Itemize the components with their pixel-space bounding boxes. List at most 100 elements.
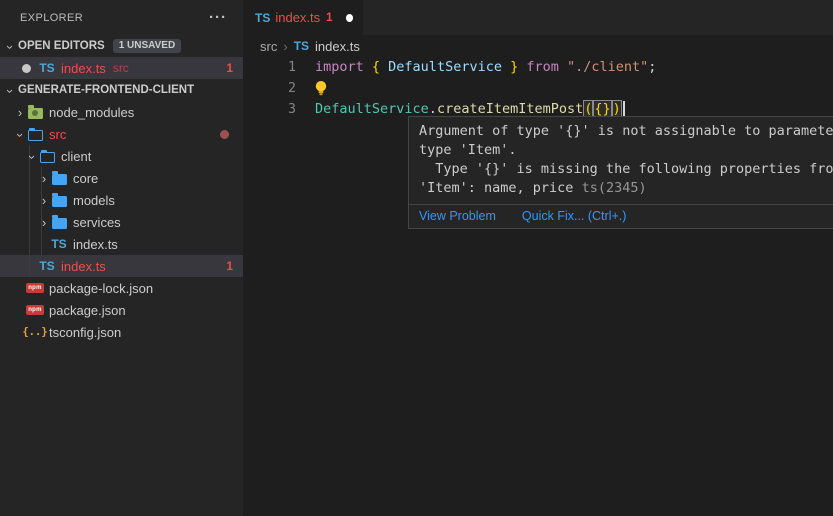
error-hover-tooltip: Argument of type '{}' is not assignable … bbox=[408, 116, 833, 229]
explorer-sidebar: EXPLORER ··· › OPEN EDITORS 1 UNSAVED TS… bbox=[0, 0, 243, 516]
tree-item-label: index.ts bbox=[61, 259, 106, 274]
tree-item-src[interactable]: › src bbox=[0, 123, 243, 145]
tab-index-ts[interactable]: TS index.ts 1 bbox=[243, 0, 363, 35]
line-number: 1 bbox=[243, 57, 296, 78]
tree-item-label: tsconfig.json bbox=[49, 325, 121, 340]
chevron-right-icon: › bbox=[38, 172, 50, 185]
typescript-file-icon: TS bbox=[38, 259, 56, 273]
open-editors-section-header[interactable]: › OPEN EDITORS 1 UNSAVED bbox=[0, 35, 243, 57]
tree-item-label: package.json bbox=[49, 303, 126, 318]
code-token: "./client" bbox=[567, 59, 648, 75]
typescript-file-icon: TS bbox=[294, 39, 309, 53]
typescript-file-icon: TS bbox=[38, 61, 56, 75]
tree-item-package-lock-json[interactable]: › npm package-lock.json bbox=[0, 277, 243, 299]
code-token: } bbox=[502, 59, 526, 75]
tree-item-client-index-ts[interactable]: › TS index.ts bbox=[0, 233, 243, 255]
lightbulb-icon[interactable] bbox=[313, 80, 329, 97]
code-token: . bbox=[429, 101, 437, 117]
unsaved-count-badge: 1 UNSAVED bbox=[113, 39, 182, 53]
code-token: { bbox=[372, 59, 388, 75]
tree-item-label: core bbox=[73, 171, 98, 186]
tree-item-services[interactable]: › services bbox=[0, 211, 243, 233]
file-tree: › node_modules › src › client › core bbox=[0, 101, 243, 343]
tab-file-name: index.ts bbox=[275, 10, 320, 25]
vscode-window: EXPLORER ··· › OPEN EDITORS 1 UNSAVED TS… bbox=[0, 0, 833, 516]
tab-bar: TS index.ts 1 bbox=[243, 0, 833, 35]
tree-item-label: node_modules bbox=[49, 105, 134, 120]
tree-item-label: package-lock.json bbox=[49, 281, 153, 296]
error-count-badge: 1 bbox=[226, 259, 233, 273]
breadcrumb-separator-icon: › bbox=[283, 39, 287, 54]
chevron-down-icon: › bbox=[26, 151, 39, 163]
breadcrumb: src › TS index.ts bbox=[243, 35, 833, 57]
npm-file-icon: npm bbox=[26, 305, 44, 315]
hover-actions: View Problem Quick Fix... (Ctrl+.) bbox=[409, 204, 833, 228]
chevron-right-icon: › bbox=[38, 216, 50, 229]
modified-dot-icon[interactable] bbox=[22, 64, 31, 73]
breadcrumb-file[interactable]: index.ts bbox=[315, 39, 360, 54]
quick-fix-link[interactable]: Quick Fix... (Ctrl+.) bbox=[522, 209, 627, 223]
error-message-line: Argument of type '{}' is not assignable … bbox=[419, 122, 833, 141]
error-message-text: 'Item': name, price bbox=[419, 180, 582, 196]
tree-item-models[interactable]: › models bbox=[0, 189, 243, 211]
open-editor-file-name: index.ts bbox=[61, 61, 106, 76]
indent-guide bbox=[41, 167, 42, 255]
code-token: DefaultService bbox=[315, 101, 429, 117]
tree-item-client[interactable]: › client bbox=[0, 145, 243, 167]
open-editor-item-index-ts[interactable]: TS index.ts src 1 bbox=[0, 57, 243, 79]
tree-item-label: client bbox=[61, 149, 91, 164]
tree-item-src-index-ts[interactable]: › TS index.ts 1 bbox=[0, 255, 243, 277]
code-token: import bbox=[315, 59, 372, 75]
npm-file-icon: npm bbox=[26, 283, 44, 293]
line-number: 3 bbox=[243, 99, 296, 120]
tsconfig-file-icon: {..} bbox=[26, 326, 44, 338]
error-count-badge: 1 bbox=[226, 61, 233, 75]
workspace-name: GENERATE-FRONTEND-CLIENT bbox=[18, 84, 194, 96]
explorer-title: EXPLORER bbox=[20, 12, 83, 24]
chevron-down-icon: › bbox=[14, 129, 27, 141]
chevron-right-icon: › bbox=[38, 194, 50, 207]
open-folder-icon bbox=[40, 152, 55, 163]
error-dot-badge bbox=[220, 130, 229, 139]
chevron-right-icon: › bbox=[14, 106, 26, 119]
folder-icon bbox=[52, 174, 67, 185]
error-message-line: type 'Item'. bbox=[419, 141, 833, 160]
open-editors-label: OPEN EDITORS bbox=[18, 40, 105, 52]
folder-icon bbox=[52, 196, 67, 207]
explorer-header: EXPLORER ··· bbox=[0, 0, 243, 35]
tree-item-label: src bbox=[49, 127, 66, 142]
tab-modified-dot-icon[interactable] bbox=[346, 14, 353, 22]
open-editor-file-path: src bbox=[113, 61, 129, 75]
code-text: import { DefaultService } from "./client… bbox=[315, 57, 656, 78]
editor-area: TS index.ts 1 src › TS index.ts 1 import… bbox=[243, 0, 833, 516]
tree-item-label: models bbox=[73, 193, 115, 208]
tree-item-tsconfig-json[interactable]: › {..} tsconfig.json bbox=[0, 321, 243, 343]
typescript-file-icon: TS bbox=[50, 237, 68, 251]
text-cursor bbox=[623, 101, 625, 118]
error-code-ref: ts(2345) bbox=[582, 180, 647, 196]
tree-item-label: services bbox=[73, 215, 121, 230]
tab-error-count: 1 bbox=[326, 12, 332, 24]
tree-item-core[interactable]: › core bbox=[0, 167, 243, 189]
code-editor[interactable]: 1 import { DefaultService } from "./clie… bbox=[243, 57, 833, 120]
chevron-down-icon: › bbox=[4, 41, 17, 53]
workspace-section-header[interactable]: › GENERATE-FRONTEND-CLIENT bbox=[0, 79, 243, 101]
line-number: 2 bbox=[243, 78, 296, 99]
code-token: ; bbox=[648, 59, 656, 75]
code-token: DefaultService bbox=[388, 59, 502, 75]
code-token: from bbox=[526, 59, 567, 75]
more-actions-icon[interactable]: ··· bbox=[209, 9, 227, 26]
error-message-line: Type '{}' is missing the following prope… bbox=[419, 160, 833, 179]
chevron-down-icon: › bbox=[4, 85, 17, 97]
view-problem-link[interactable]: View Problem bbox=[419, 209, 496, 223]
code-line-1: 1 import { DefaultService } from "./clie… bbox=[243, 57, 833, 78]
code-line-2: 2 bbox=[243, 78, 833, 99]
tree-item-package-json[interactable]: › npm package.json bbox=[0, 299, 243, 321]
tree-item-label: index.ts bbox=[73, 237, 118, 252]
error-message-line: 'Item': name, price ts(2345) bbox=[419, 179, 833, 198]
breadcrumb-folder[interactable]: src bbox=[260, 39, 277, 54]
code-token: createItemItemPost bbox=[437, 101, 583, 117]
folder-icon bbox=[52, 218, 67, 229]
tree-item-node-modules[interactable]: › node_modules bbox=[0, 101, 243, 123]
error-message: Argument of type '{}' is not assignable … bbox=[409, 117, 833, 204]
